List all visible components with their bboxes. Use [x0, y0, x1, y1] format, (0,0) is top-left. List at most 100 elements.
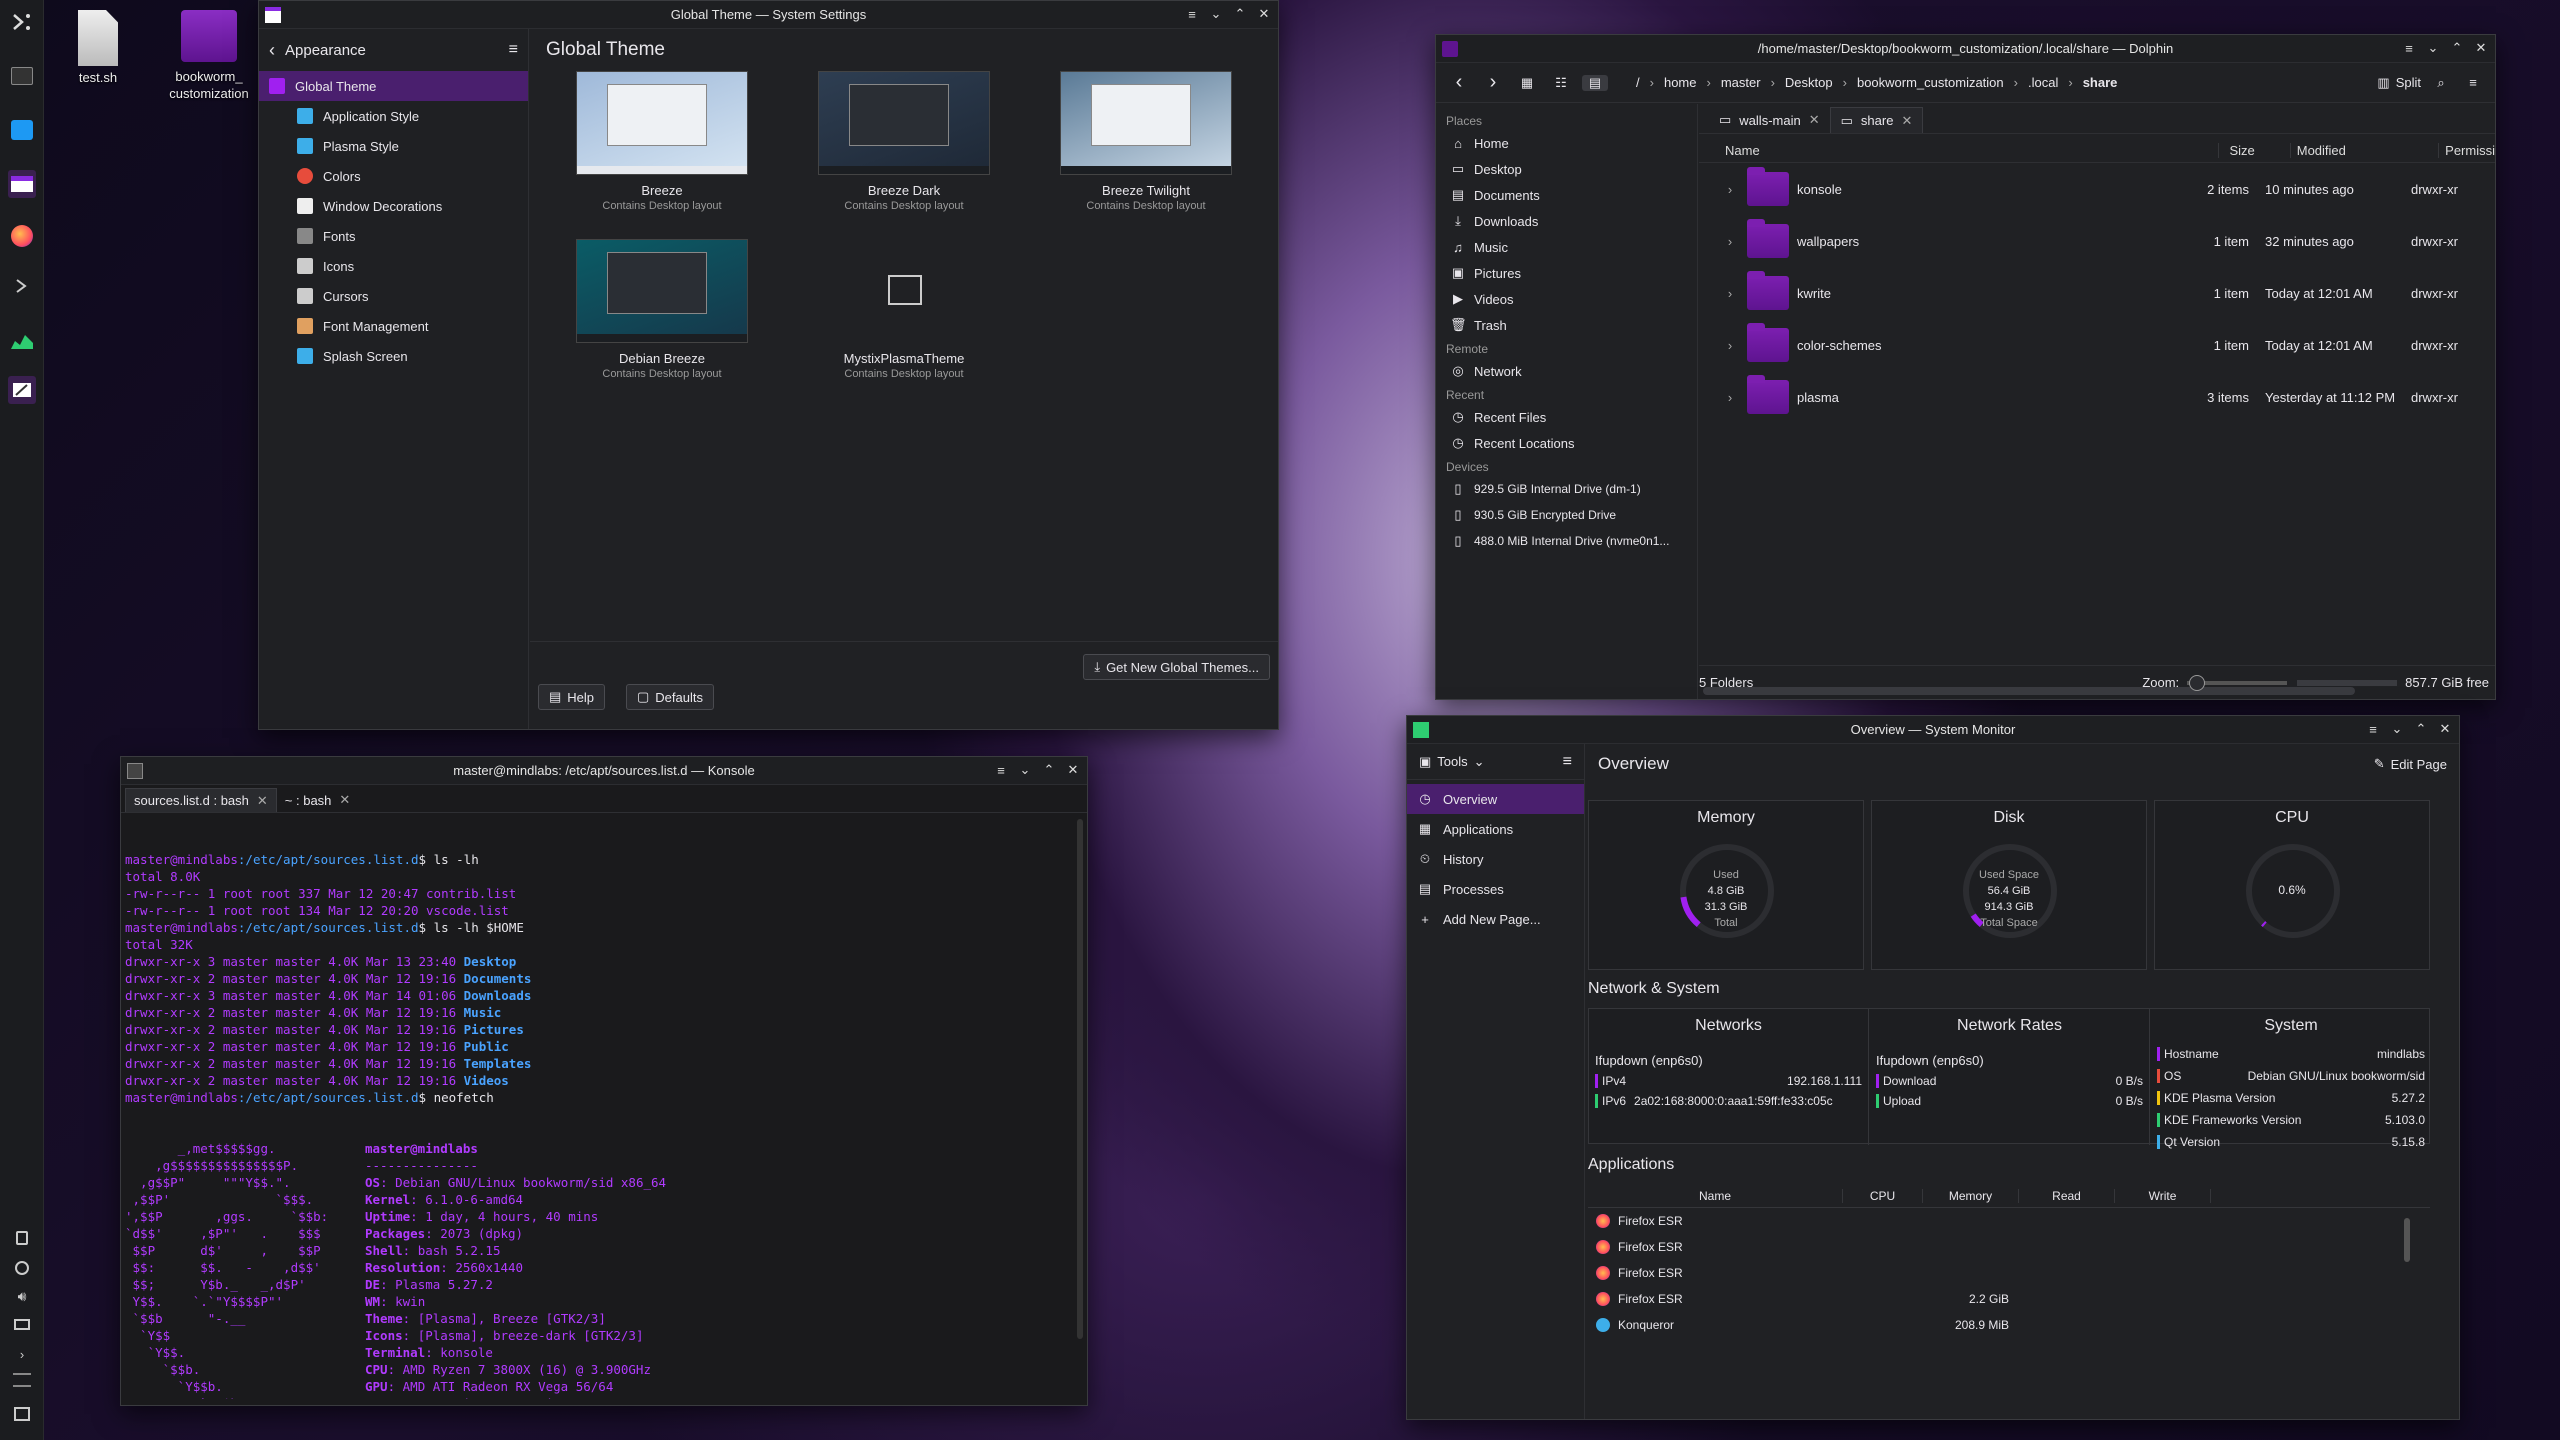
expand-chevron-icon[interactable]: ›	[1717, 182, 1743, 197]
maximize-icon[interactable]: ⌃	[1041, 761, 1057, 779]
sidebar-item-window-decorations[interactable]: Window Decorations	[259, 191, 528, 221]
table-row[interactable]: Firefox ESR 2.2 GiB	[1588, 1286, 2430, 1312]
show-hidden-icons-chevron-icon[interactable]: ›	[8, 1340, 36, 1368]
display-icon[interactable]	[8, 1310, 36, 1338]
search-icon[interactable]: ⌕	[2429, 75, 2453, 91]
get-new-global-themes-button[interactable]: ⤓ Get New Global Themes...	[1083, 654, 1270, 680]
sidebar-item-splash-screen[interactable]: Splash Screen	[259, 341, 528, 371]
media-player-icon[interactable]	[8, 1254, 36, 1282]
icons-view-icon[interactable]: ▦	[1514, 75, 1540, 91]
sidebar-item-font-management[interactable]: Font Management	[259, 311, 528, 341]
konsole-tab[interactable]: ~ : bash ✕	[277, 788, 359, 812]
breadcrumb-item[interactable]: .local	[2028, 75, 2058, 90]
back-icon[interactable]: ‹	[1446, 71, 1472, 94]
edit-page-button[interactable]: ✎ Edit Page	[2374, 756, 2447, 772]
column-permissions[interactable]: Permissi	[2439, 143, 2495, 158]
theme-card-breeze-dark[interactable]: Breeze Dark Contains Desktop layout	[816, 71, 992, 212]
column-name[interactable]: Name	[1699, 143, 2220, 158]
file-row[interactable]: › kwrite 1 item Today at 12:01 AM drwxr-xr	[1699, 267, 2495, 319]
maximize-icon[interactable]: ⌃	[2449, 39, 2465, 57]
breadcrumb-item[interactable]: Desktop	[1785, 75, 1833, 90]
tools-button[interactable]: ▣ Tools ⌄	[1419, 754, 1485, 770]
menu-icon[interactable]: ≡	[2401, 39, 2417, 57]
dolphin-task-icon[interactable]	[8, 116, 36, 144]
expand-chevron-icon[interactable]: ›	[1717, 234, 1743, 249]
back-arrow-icon[interactable]: ‹	[269, 40, 275, 61]
konsole-task-icon[interactable]	[8, 62, 36, 90]
breadcrumb-item[interactable]: master	[1721, 75, 1761, 90]
minimize-icon[interactable]: ⌄	[1017, 761, 1033, 779]
breadcrumb-item[interactable]: bookworm_customization	[1857, 75, 2004, 90]
places-item-trash[interactable]: 🗑︎ Trash	[1440, 312, 1693, 338]
firefox-task-icon[interactable]	[8, 222, 36, 250]
places-item-home[interactable]: ⌂ Home	[1440, 130, 1693, 156]
breadcrumb-item[interactable]: share	[2083, 75, 2118, 90]
menu-icon[interactable]: ≡	[2365, 720, 2381, 738]
breadcrumb-item[interactable]: /	[1636, 75, 1640, 90]
clipboard-icon[interactable]	[8, 1224, 36, 1252]
theme-card-breeze[interactable]: Breeze Contains Desktop layout	[574, 71, 750, 212]
table-scrollbar[interactable]	[2404, 1218, 2410, 1262]
compact-view-icon[interactable]: ☷	[1548, 75, 1574, 91]
breadcrumb-item[interactable]: home	[1664, 75, 1697, 90]
table-row[interactable]: Firefox ESR	[1588, 1234, 2430, 1260]
sidebar-item-icons[interactable]: Icons	[259, 251, 528, 281]
places-item-recent-files[interactable]: ◷ Recent Files	[1440, 404, 1693, 430]
details-view-icon[interactable]: ▤	[1582, 74, 1608, 91]
places-item-desktop[interactable]: ▭ Desktop	[1440, 156, 1693, 182]
defaults-button[interactable]: ▢ Defaults	[626, 684, 714, 710]
column-name[interactable]: Name	[1588, 1188, 1843, 1203]
sidebar-item-application-style[interactable]: Application Style	[259, 101, 528, 131]
terminal-task-icon[interactable]	[8, 272, 36, 300]
menu-icon[interactable]: ≡	[993, 761, 1009, 779]
konsole-tab[interactable]: sources.list.d : bash ✕	[125, 788, 277, 812]
close-icon[interactable]: ✕	[2437, 720, 2453, 738]
theme-card-debian-breeze[interactable]: Debian Breeze Contains Desktop layout	[574, 239, 750, 380]
hamburger-menu-icon[interactable]: ≡	[1563, 753, 1572, 771]
places-item-videos[interactable]: ▶ Videos	[1440, 286, 1693, 312]
show-desktop-icon[interactable]	[8, 1400, 36, 1428]
places-item-network[interactable]: ◎ Network	[1440, 358, 1693, 384]
nav-item-history[interactable]: ⏲ History	[1407, 844, 1584, 874]
close-tab-icon[interactable]: ✕	[1901, 113, 1912, 129]
volume-icon[interactable]: 🔊︎	[8, 1282, 36, 1310]
sidebar-item-fonts[interactable]: Fonts	[259, 221, 528, 251]
maximize-icon[interactable]: ⌃	[1232, 5, 1248, 23]
clock-icon[interactable]	[8, 1366, 36, 1394]
places-item-pictures[interactable]: ▣ Pictures	[1440, 260, 1693, 286]
menu-icon[interactable]: ≡	[1184, 5, 1200, 23]
places-item-488-0-mib-internal-drive-nvme0n1-[interactable]: ▯ 488.0 MiB Internal Drive (nvme0n1...	[1440, 528, 1693, 554]
sidebar-item-colors[interactable]: Colors	[259, 161, 528, 191]
close-tab-icon[interactable]: ✕	[1809, 112, 1820, 128]
forward-icon[interactable]: ›	[1480, 71, 1506, 94]
sidebar-item-plasma-style[interactable]: Plasma Style	[259, 131, 528, 161]
places-item-downloads[interactable]: ⤓ Downloads	[1440, 208, 1693, 234]
split-button[interactable]: ▥ Split	[2377, 75, 2421, 91]
column-memory[interactable]: Memory	[1923, 1188, 2019, 1203]
nav-item-applications[interactable]: ▦ Applications	[1407, 814, 1584, 844]
column-cpu[interactable]: CPU	[1843, 1188, 1923, 1203]
close-tab-icon[interactable]: ✕	[257, 793, 268, 809]
file-row[interactable]: › color-schemes 1 item Today at 12:01 AM drw…	[1699, 319, 2495, 371]
help-button[interactable]: ▤ Help	[538, 684, 606, 710]
places-item-documents[interactable]: ▤ Documents	[1440, 182, 1693, 208]
column-modified[interactable]: Modified	[2291, 143, 2440, 158]
file-row[interactable]: › plasma 3 items Yesterday at 11:12 PM drwxr…	[1699, 371, 2495, 423]
expand-chevron-icon[interactable]: ›	[1717, 286, 1743, 301]
tab-share[interactable]: ▭ share ✕	[1829, 107, 1924, 133]
sidebar-item-cursors[interactable]: Cursors	[259, 281, 528, 311]
close-icon[interactable]: ✕	[1065, 761, 1081, 779]
places-item-music[interactable]: ♫ Music	[1440, 234, 1693, 260]
hamburger-menu-icon[interactable]: ≡	[2461, 75, 2485, 90]
column-size[interactable]: Size	[2219, 143, 2291, 158]
minimize-icon[interactable]: ⌄	[1208, 5, 1224, 23]
application-launcher-icon[interactable]	[8, 8, 36, 36]
maximize-icon[interactable]: ⌃	[2413, 720, 2429, 738]
desktop-icon-bookworm-customization[interactable]: bookworm_ customization	[164, 10, 254, 102]
table-row[interactable]: Firefox ESR	[1588, 1260, 2430, 1286]
theme-card-mystixplasmatheme[interactable]: MystixPlasmaTheme Contains Desktop layout	[816, 239, 992, 380]
places-item-recent-locations[interactable]: ◷ Recent Locations	[1440, 430, 1693, 456]
system-settings-task-icon[interactable]	[8, 170, 36, 198]
terminal-output[interactable]: master@mindlabs:/etc/apt/sources.list.d$…	[125, 817, 1073, 1399]
expand-chevron-icon[interactable]: ›	[1717, 338, 1743, 353]
